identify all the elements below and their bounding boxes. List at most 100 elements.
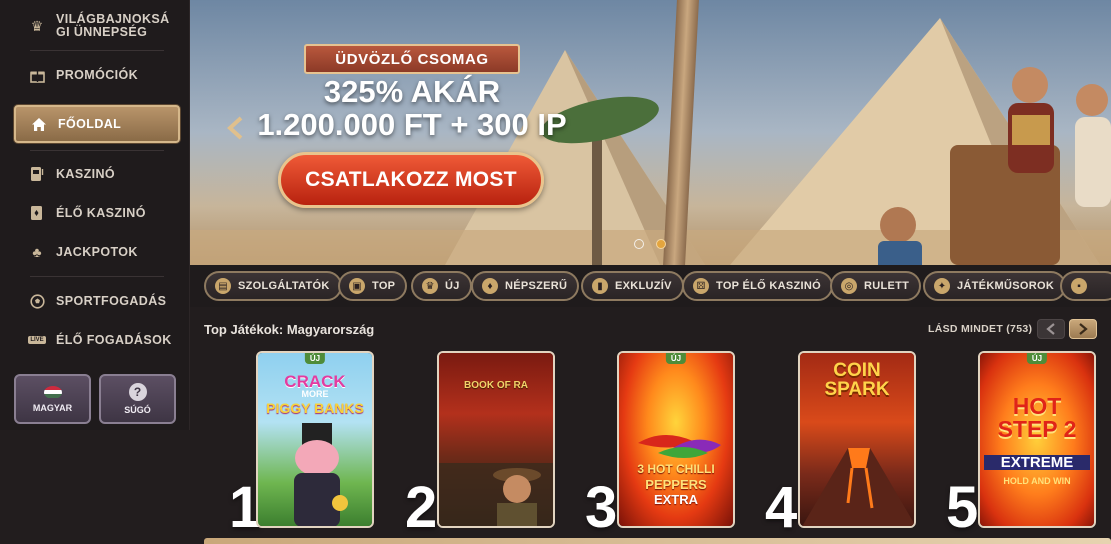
see-all-link[interactable]: LÁSD MINDET (753)	[928, 323, 1032, 335]
category-new[interactable]: ♛ ÚJ	[411, 271, 472, 301]
hungary-flag-icon	[43, 385, 62, 399]
category-exclusive[interactable]: ▮ EXKLUZÍV	[581, 271, 684, 301]
trophy-icon: ♛	[422, 278, 438, 294]
banner-prev-button[interactable]	[224, 115, 246, 141]
game-card-coin-spark[interactable]: COIN SPARK	[798, 351, 916, 528]
carousel-dot-2[interactable]	[656, 239, 666, 249]
sidebar-item-sports-betting[interactable]: SPORTFOGADÁS	[14, 282, 180, 320]
banner-offer: 1.200.000 FT + 300 IP	[257, 107, 567, 142]
palm-tree	[592, 130, 602, 265]
join-now-button[interactable]: CSATLAKOZZ MOST	[278, 152, 544, 208]
sidebar-item-label: ÉLŐ KASZINÓ	[56, 205, 146, 220]
category-popular[interactable]: ♦ NÉPSZERŰ	[471, 271, 580, 301]
live-icon: LIVE	[28, 336, 46, 344]
category-top[interactable]: ▣ TOP	[338, 271, 408, 301]
game-title: MORE	[301, 389, 329, 399]
explorer-character-illustration	[439, 463, 553, 526]
star-wheel-icon: ✦	[934, 278, 950, 294]
promo-banner[interactable]: ÜDVÖZLŐ CSOMAG 325% AKÁR 1.200.000 FT + …	[190, 0, 1111, 265]
divider	[30, 276, 164, 277]
category-label: EXKLUZÍV	[615, 280, 672, 292]
dice-icon: ⚄	[693, 278, 709, 294]
games-next-button[interactable]	[1069, 319, 1097, 339]
chevron-right-icon	[1079, 323, 1088, 335]
sidebar-item-promotions[interactable]: PROMÓCIÓK	[14, 56, 180, 94]
category-label: JÁTÉKMŰSOROK	[957, 280, 1055, 292]
soccer-ball-icon	[28, 292, 46, 310]
banner-headline: 325% AKÁR	[323, 74, 501, 109]
sidebar-item-label: ÉLŐ FOGADÁSOK	[56, 332, 172, 347]
help-button[interactable]: ? SÚGÓ	[99, 374, 176, 424]
pharaoh-characters-illustration	[878, 67, 1111, 265]
category-bar: ▤ SZOLGÁLTATÓK ▣ TOP ♛ ÚJ ♦ NÉPSZERŰ ▮ E…	[190, 265, 1111, 307]
slot-machine-icon	[28, 165, 46, 183]
piggy-character-illustration	[294, 423, 348, 526]
scroll-icon: ▤	[215, 278, 231, 294]
category-more[interactable]: ▪	[1060, 271, 1111, 301]
volcano-illustration	[802, 448, 914, 526]
sidebar-item-label: PROMÓCIÓK	[56, 67, 139, 82]
game-title: HOT STEP 2	[997, 393, 1077, 442]
game-card-3-hot-chilli-peppers-extra[interactable]: ÚJ 3 HOT CHILLI PEPPERS EXTRA	[617, 351, 735, 528]
sidebar-item-home[interactable]: FŐOLDAL	[14, 105, 180, 143]
sidebar-item-live-casino[interactable]: ÉLŐ KASZINÓ	[14, 194, 180, 232]
game-card-crack-more-piggy-banks[interactable]: ÚJ CRACK MORE PIGGY BANKS	[256, 351, 374, 528]
sidebar: ♛ VILÁGBAJNOKSÁ GI ÜNNEPSÉG PROMÓCIÓK FŐ…	[0, 0, 190, 430]
game-rank: 5	[946, 475, 979, 540]
category-game-shows[interactable]: ✦ JÁTÉKMŰSOROK	[923, 271, 1067, 301]
new-badge: ÚJ	[1026, 353, 1048, 364]
category-roulette[interactable]: ◎ RULETT	[830, 271, 922, 301]
sidebar-item-live-betting[interactable]: LIVE ÉLŐ FOGADÁSOK	[14, 321, 180, 359]
category-label: ÚJ	[445, 280, 460, 292]
sidebar-item-jackpots[interactable]: ♣ JACKPOTOK	[14, 233, 180, 271]
question-icon: ?	[128, 383, 147, 401]
game-title: 3 HOT CHILLI	[637, 462, 715, 476]
chilli-peppers-illustration	[638, 434, 721, 458]
trophy-icon: ♛	[30, 17, 44, 34]
sidebar-item-label: SPORTFOGADÁS	[56, 293, 167, 308]
game-title: SPARK	[824, 379, 890, 400]
game-title: COIN	[833, 360, 881, 381]
game-card-hot-step-2-extreme[interactable]: ÚJ HOT STEP 2 EXTREME HOLD AND WIN	[978, 351, 1096, 528]
language-label: MAGYAR	[32, 402, 73, 413]
home-icon	[30, 115, 48, 133]
category-label: SZOLGÁLTATÓK	[238, 280, 330, 292]
game-title: HOLD AND WIN	[1003, 476, 1071, 486]
sidebar-item-world-championship[interactable]: ♛ VILÁGBAJNOKSÁ GI ÜNNEPSÉG	[14, 6, 180, 46]
chevron-left-icon	[1046, 323, 1055, 335]
category-top-live-casino[interactable]: ⚄ TOP ÉLŐ KASZINÓ	[682, 271, 833, 301]
clover-icon: ♣	[32, 244, 42, 260]
chevron-left-icon	[227, 116, 243, 140]
games-prev-button[interactable]	[1037, 319, 1065, 339]
game-rank: 3	[585, 475, 618, 540]
category-label: TOP	[372, 280, 396, 292]
game-card-book-of-ra[interactable]: BOOK OF RA	[437, 351, 555, 528]
carousel-dot-1[interactable]	[634, 239, 644, 249]
gift-icon	[28, 66, 46, 84]
chest-icon: ▣	[349, 278, 365, 294]
game-title: EXTREME	[984, 455, 1090, 470]
divider	[30, 150, 164, 151]
join-now-label: CSATLAKOZZ MOST	[305, 168, 517, 191]
ribbon-text: ÜDVÖZLŐ CSOMAG	[335, 50, 489, 68]
category-label: RULETT	[864, 280, 910, 292]
category-providers[interactable]: ▤ SZOLGÁLTATÓK	[204, 271, 342, 301]
game-rank: 2	[405, 475, 438, 540]
game-title: CRACK	[284, 372, 346, 391]
category-label: TOP ÉLŐ KASZINÓ	[716, 280, 821, 292]
top-games-title: Top Játékok: Magyarország	[204, 322, 375, 337]
footer-strip	[204, 538, 1111, 544]
cards-icon	[28, 204, 46, 222]
divider	[30, 50, 164, 51]
category-label: NÉPSZERŰ	[505, 280, 568, 292]
new-badge: ÚJ	[665, 353, 687, 364]
category-icon: ▪	[1071, 278, 1087, 294]
language-button[interactable]: MAGYAR	[14, 374, 91, 424]
sidebar-item-casino[interactable]: KASZINÓ	[14, 155, 180, 193]
game-title: PEPPERS	[645, 477, 707, 492]
new-badge: ÚJ	[304, 353, 326, 364]
welcome-package-ribbon: ÜDVÖZLŐ CSOMAG	[304, 44, 520, 74]
game-title: EXTRA	[653, 492, 699, 507]
book-icon: ▮	[592, 278, 608, 294]
sidebar-item-label: VILÁGBAJNOKSÁ GI ÜNNEPSÉG	[56, 12, 170, 39]
